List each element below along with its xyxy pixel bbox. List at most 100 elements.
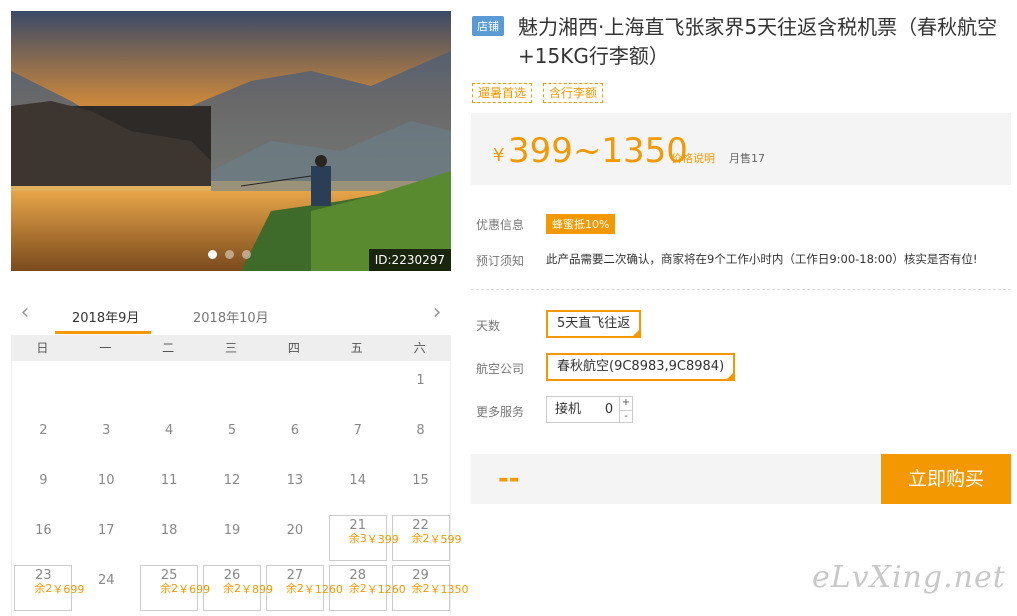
calendar-day: 14 [329,465,387,511]
weekday-label: 六 [413,341,426,355]
price-range: 399~1350 [508,131,688,171]
active-month-indicator [55,331,151,334]
calendar-day: 16 [14,515,72,561]
day-price: ￥1350 [429,583,469,596]
calendar-day-available[interactable]: 26 ￥899 余2 [203,565,273,611]
airline-option-label: 春秋航空(9C8983,9C8984) [557,359,725,374]
day-number: 14 [349,473,366,488]
weekday-label: 一 [99,341,112,355]
promo-badge: 蜂蜜抵10% [546,214,616,234]
slide-dot[interactable] [225,250,234,259]
price-explain-link[interactable]: 价格说明 [671,150,715,166]
notice-label: 预订须知 [476,254,525,268]
calendar-day: 5 [203,415,261,461]
price-box: ¥ 399~1350 价格说明 月售17 [471,113,1011,185]
day-number: 29 [412,568,429,583]
product-tag: 含行李额 [543,83,604,103]
promo-label: 优惠信息 [476,218,525,232]
selected-check-icon [631,328,642,338]
calendar-day: 11 [140,465,198,511]
calendar-day: 7 [329,415,387,461]
days-option[interactable]: 5天直飞往返 [546,310,642,338]
day-number: 12 [223,473,241,488]
day-number: 23 [35,568,52,583]
quantity-value[interactable]: 0 [599,397,619,422]
day-number: 25 [160,568,178,583]
airline-label: 航空公司 [476,362,525,376]
service-name: 接机 [555,402,582,417]
day-number: 7 [353,423,362,438]
page: ID:2230297 ‹ 2018年9月 2018年10月 › 日 一 二 三 … [0,0,1017,616]
calendar-day-available[interactable]: 27 ￥1260 余2 [265,565,343,611]
slide-dot[interactable] [208,250,217,259]
day-number: 21 [349,518,366,533]
day-number: 8 [416,423,425,438]
calendar-day: 18 [140,515,198,561]
calendar-day: 8 [392,415,450,461]
monthly-sales: 月售17 [729,152,765,165]
day-number: 18 [160,523,178,538]
calendar-nav: ‹ 2018年9月 2018年10月 › [11,298,451,336]
calendar-day: 13 [266,465,324,511]
chevron-left-icon[interactable]: ‹ [15,302,35,326]
calendar-day: 10 [77,465,135,511]
weekday-label: 四 [287,341,300,355]
tab-month-september[interactable]: 2018年9月 [72,307,139,326]
buy-now-button[interactable]: 立即购买 [881,454,1011,504]
days-option-label: 5天直飞往返 [557,316,631,331]
day-number: 19 [223,523,241,538]
divider [471,289,1011,290]
day-number: 17 [98,523,115,538]
services-label: 更多服务 [476,405,525,419]
weekday-label: 五 [350,341,363,355]
day-number: 9 [39,473,48,488]
watermark: eLvXing.net [812,560,1006,595]
calendar-day-available[interactable]: 25 ￥699 余2 [140,565,210,611]
booking-notice: 此产品需要二次确认，商家将在9个工作小时内（工作日9:00-18:00）核实是否… [546,252,978,266]
calendar-day: 4 [140,415,198,461]
day-number: 15 [412,473,429,488]
increment-button[interactable]: + [620,397,632,410]
day-number: 2 [39,423,48,438]
calendar-day-available[interactable]: 29 ￥1350 余2 [391,565,469,611]
day-number: 11 [160,473,178,488]
pickup-quantity-stepper: 接机 0 + - [546,396,633,423]
product-photo[interactable]: ID:2230297 [11,11,451,271]
day-number: 1 [416,373,425,388]
calendar-day-available[interactable]: 21 ￥399 余3 [328,515,399,561]
day-number: 6 [290,423,299,438]
weekday-label: 二 [162,341,175,355]
selected-check-icon [725,371,736,381]
slide-dots [208,250,251,259]
tab-month-october[interactable]: 2018年10月 [193,307,269,326]
calendar-day: 20 [266,515,324,561]
landscape-photo [11,11,451,271]
purchase-bar: -- [471,454,881,504]
total-price: -- [498,464,520,494]
shop-badge[interactable]: 店铺 [472,16,504,36]
calendar-day: 24 [77,565,135,611]
calendar-day: 3 [77,415,135,461]
calendar-day: 6 [266,415,324,461]
calendar-day: 9 [14,465,72,511]
day-number: 26 [223,568,241,583]
calendar-day-available[interactable]: 23 ￥699 余2 [14,565,84,611]
airline-option[interactable]: 春秋航空(9C8983,9C8984) [546,353,736,381]
decrement-button[interactable]: - [620,409,632,423]
day-number: 10 [98,473,115,488]
product-tag: 遛暑首选 [472,83,533,103]
calendar-day-available[interactable]: 28 ￥1260 余2 [328,565,406,611]
calendar-grid: 1 2 3 4 5 6 7 8 9 10 11 12 13 14 15 16 17 18 19 20 21 ￥399 余3 2… [11,361,469,616]
slide-dot[interactable] [242,250,251,259]
chevron-right-icon[interactable]: › [427,302,447,326]
calendar-day: 19 [203,515,261,561]
calendar-day-available[interactable]: 22 ￥599 余2 [391,515,462,561]
day-number: 13 [286,473,304,488]
day-number: 20 [286,523,304,538]
day-number: 24 [98,573,115,588]
calendar-day: 15 [392,465,450,511]
product-title: 魅力湘西·上海直飞张家界5天往返含税机票（春秋航空+15KG行李额） [518,15,998,68]
day-price: ￥599 [429,533,462,546]
calendar-day: 17 [77,515,135,561]
days-label: 天数 [476,319,501,333]
